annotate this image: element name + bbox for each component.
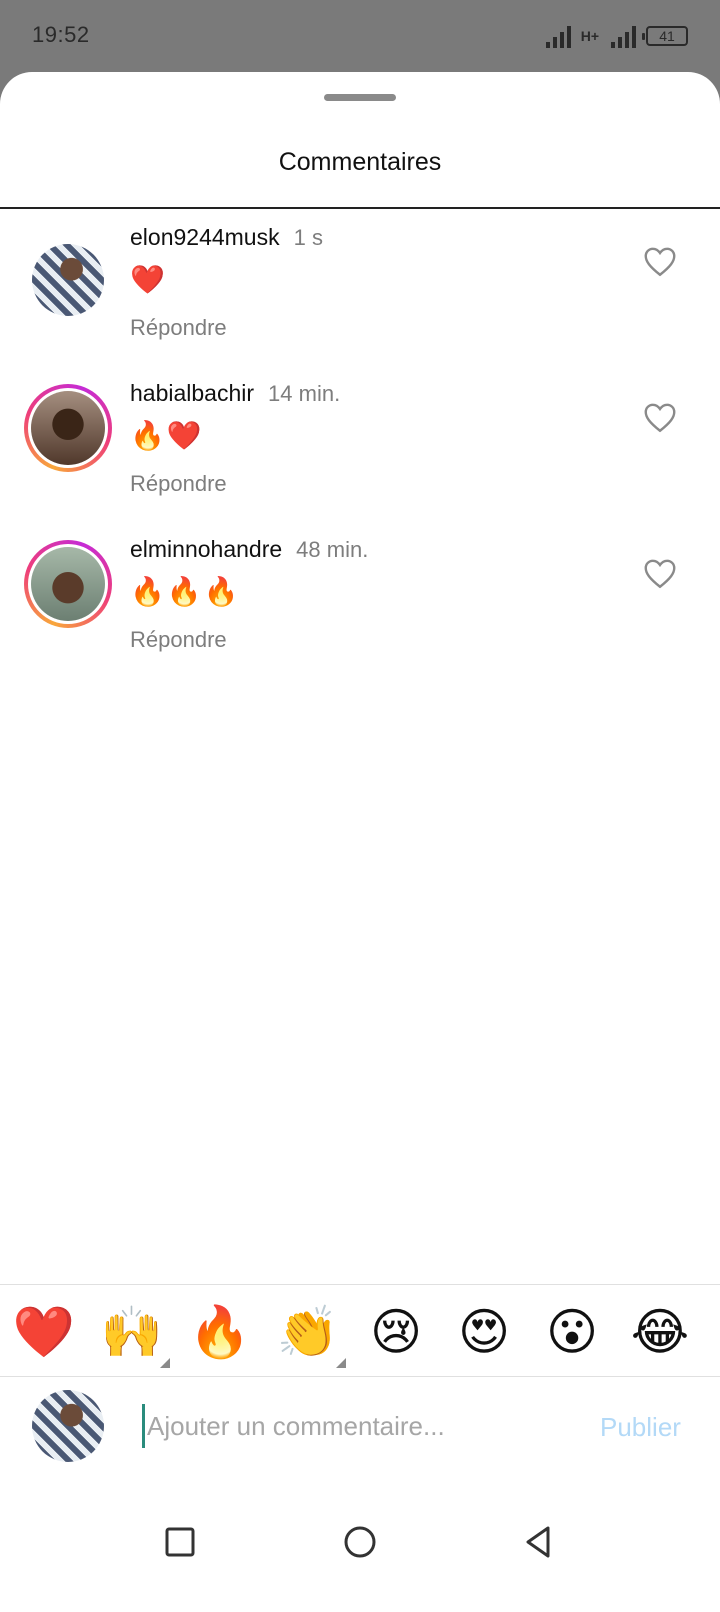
avatar-ring-gap	[28, 544, 108, 624]
system-nav-bar	[0, 1492, 720, 1612]
home-icon[interactable]	[340, 1522, 380, 1562]
comment-item: habialbachir 14 min. 🔥❤️ Répondre	[0, 380, 720, 530]
comment-username[interactable]: elon9244musk	[130, 224, 280, 251]
comment-time: 1 s	[293, 225, 323, 250]
emoji-glyph: ❤️	[12, 1303, 76, 1361]
comment-text: 🔥🔥🔥	[130, 576, 241, 607]
composer-divider	[0, 1376, 720, 1377]
emoji-glyph: 🔥	[188, 1303, 252, 1361]
emoji-glyph: 😂	[630, 1303, 690, 1361]
comment-header: elon9244musk 1 s	[130, 224, 610, 251]
avatar-image	[32, 244, 104, 316]
status-icons: H+ 41	[545, 22, 688, 50]
network-type-label: H+	[580, 28, 599, 44]
emoji-laughing-tears[interactable]: 😂	[628, 1300, 692, 1364]
comment-body: elminnohandre 48 min. 🔥🔥🔥 Répondre	[130, 536, 610, 653]
avatar-story-ring[interactable]	[24, 384, 112, 472]
reply-button[interactable]: Répondre	[130, 471, 610, 497]
signal-icon	[545, 24, 571, 48]
emoji-red-heart[interactable]: ❤️	[12, 1300, 76, 1364]
comment-username[interactable]: elminnohandre	[130, 536, 282, 563]
status-time: 19:52	[32, 22, 90, 47]
emoji-crying-face[interactable]: 😢	[364, 1300, 428, 1364]
sheet-title: Commentaires	[278, 148, 442, 176]
comment-username[interactable]: habialbachir	[130, 380, 254, 407]
emoji-heart-eyes[interactable]: 😍	[452, 1300, 516, 1364]
emoji-glyph: 👏	[276, 1303, 340, 1361]
avatar[interactable]	[24, 236, 112, 324]
comment-text: ❤️	[130, 264, 167, 295]
comment-item: elminnohandre 48 min. 🔥🔥🔥 Répondre	[0, 536, 720, 686]
emoji-bar: ❤️ 🙌 🔥 👏 😢 😍 😮 😂	[0, 1300, 720, 1380]
comments-sheet: Commentaires elon9244musk 1 s ❤️ Répondr…	[0, 72, 720, 1612]
title-divider	[0, 207, 720, 209]
emoji-surprised-face[interactable]: 😮	[540, 1300, 604, 1364]
recent-apps-icon[interactable]	[160, 1522, 200, 1562]
emoji-glyph: 😮	[545, 1303, 599, 1361]
variant-indicator-icon	[160, 1358, 170, 1368]
emoji-raising-hands[interactable]: 🙌	[100, 1300, 170, 1368]
emoji-fire[interactable]: 🔥	[188, 1300, 252, 1364]
composer-avatar	[32, 1390, 104, 1462]
reply-button[interactable]: Répondre	[130, 627, 610, 653]
emoji-bar-divider	[0, 1284, 720, 1285]
avatar-image	[31, 547, 105, 621]
variant-indicator-icon	[336, 1358, 346, 1368]
like-heart-icon[interactable]	[642, 400, 678, 436]
like-heart-icon[interactable]	[642, 556, 678, 592]
avatar-image	[31, 391, 105, 465]
battery-level: 41	[659, 28, 675, 44]
status-bar: 19:52 H+ 41	[0, 0, 720, 72]
back-icon[interactable]	[518, 1522, 558, 1562]
comment-time: 48 min.	[296, 537, 369, 562]
signal-2-icon	[611, 24, 636, 48]
publish-button[interactable]: Publier	[600, 1412, 681, 1443]
emoji-clapping-hands[interactable]: 👏	[276, 1300, 346, 1368]
emoji-glyph: 🙌	[100, 1303, 164, 1361]
sheet-drag-handle[interactable]	[324, 94, 396, 101]
emoji-glyph: 😍	[457, 1303, 511, 1361]
like-heart-icon[interactable]	[642, 244, 678, 280]
comment-body: habialbachir 14 min. 🔥❤️ Répondre	[130, 380, 610, 497]
comment-time: 14 min.	[268, 381, 341, 406]
avatar-story-ring[interactable]	[24, 540, 112, 628]
avatar-ring-gap	[28, 388, 108, 468]
comment-text: 🔥❤️	[130, 420, 204, 451]
comment-header: elminnohandre 48 min.	[130, 536, 610, 563]
emoji-glyph: 😢	[369, 1303, 423, 1361]
battery-icon: 41	[642, 26, 688, 46]
comment-header: habialbachir 14 min.	[130, 380, 610, 407]
reply-button[interactable]: Répondre	[130, 315, 610, 341]
comment-input[interactable]	[142, 1404, 572, 1448]
comment-body: elon9244musk 1 s ❤️ Répondre	[130, 224, 610, 341]
comment-item: elon9244musk 1 s ❤️ Répondre	[0, 224, 720, 374]
